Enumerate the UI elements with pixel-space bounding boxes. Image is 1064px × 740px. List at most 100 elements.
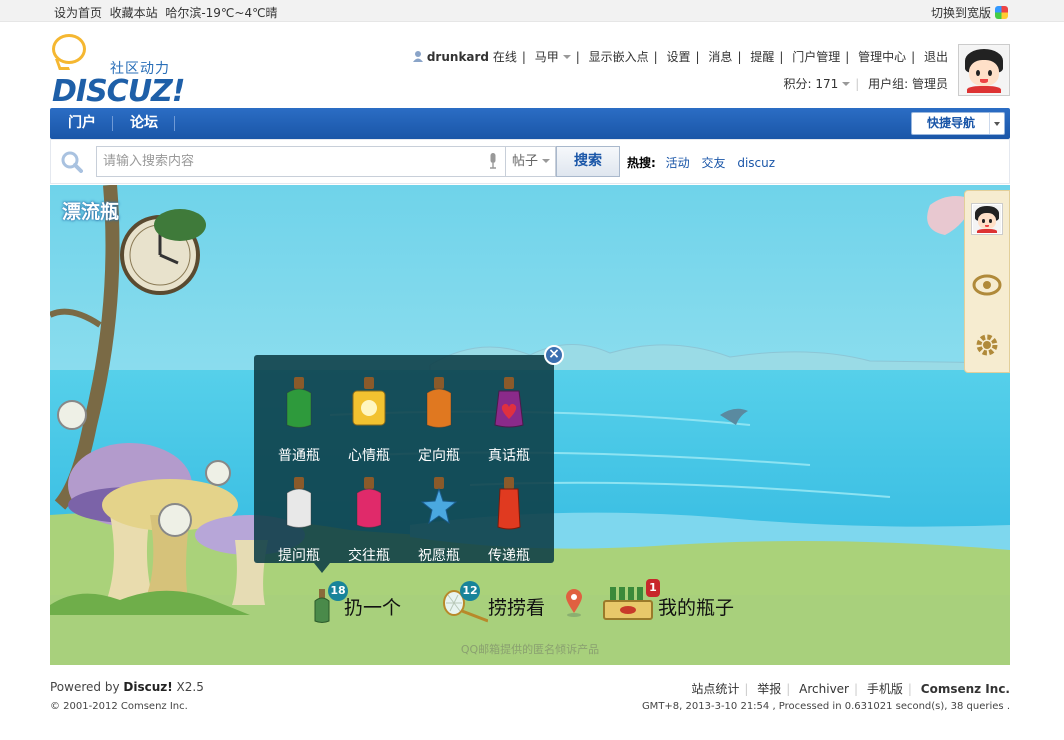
hot-item[interactable]: discuz: [737, 156, 775, 170]
remind-link[interactable]: 提醒: [750, 50, 774, 64]
messages-link[interactable]: 消息: [708, 50, 732, 64]
bottle-icon: [426, 377, 452, 428]
footer: Powered by Discuz! X2.5 © 2001-2012 Coms…: [50, 676, 1010, 726]
chevron-down-icon[interactable]: [562, 55, 571, 59]
bottle-type-item[interactable]: 祝愿瓶: [404, 463, 474, 564]
bottle-type-label: 真话瓶: [488, 448, 530, 464]
main-nav: 门户 论坛 快捷导航: [50, 108, 1010, 139]
logo-text: DISCUZ!: [52, 74, 185, 109]
bottle-icon: [286, 477, 312, 528]
bottle-icon: [497, 477, 521, 530]
usergroup-link[interactable]: 用户组: 管理员: [868, 77, 948, 91]
footer-company-link[interactable]: Comsenz Inc.: [921, 682, 1010, 696]
wide-switch[interactable]: 切换到宽版: [931, 4, 1008, 21]
toolbar-avatar[interactable]: [965, 191, 1009, 251]
bottle-menu-popup: × 普通瓶 心情瓶 定向瓶 真话瓶提问瓶 交往瓶 祝愿瓶 传递瓶: [254, 345, 564, 573]
bottle-type-label: 交往瓶: [348, 548, 390, 564]
top-bar: 设为首页 收藏本站 哈尔滨-19℃~4℃晴 切换到宽版: [0, 0, 1064, 22]
throw-bottle-button[interactable]: 18 扔一个: [310, 581, 410, 625]
weather-text: 哈尔滨-19℃~4℃晴: [165, 6, 278, 20]
set-home-link[interactable]: 设为首页: [54, 6, 102, 20]
nav-item-forum[interactable]: 论坛: [118, 108, 170, 139]
my-bottles-label: 我的瓶子: [658, 597, 735, 619]
page-stats: GMT+8, 2013-3-10 21:54 , Processed in 0.…: [641, 701, 1010, 712]
top-links: 设为首页 收藏本站 哈尔滨-19℃~4℃晴: [54, 4, 286, 21]
credits-link[interactable]: 积分: 171: [784, 77, 839, 91]
microphone-icon[interactable]: [489, 153, 497, 169]
avatar[interactable]: [958, 44, 1010, 96]
bottle-type-label: 普通瓶: [278, 448, 320, 464]
bottle-type-item[interactable]: 心情瓶: [334, 363, 404, 464]
close-icon[interactable]: ×: [544, 345, 564, 365]
bottle-type-item[interactable]: 定向瓶: [404, 363, 474, 464]
fish-bottle-button[interactable]: 12 捞捞看: [442, 581, 552, 625]
my-bottles-button[interactable]: 1 我的瓶子: [602, 579, 752, 625]
search-type-select[interactable]: 帖子: [506, 146, 556, 177]
user-menu: drunkard 在线 | 马甲 | 显示嵌入点 | 设置 | 消息 | 提醒 | 门户管理…: [413, 48, 948, 65]
powered-by: Powered by Discuz! X2.5: [50, 680, 204, 694]
bottle-icon: [420, 477, 458, 525]
palette-icon[interactable]: [995, 6, 1008, 19]
location-button[interactable]: [564, 585, 584, 625]
settings-link[interactable]: 设置: [667, 50, 691, 64]
bottle-type-label: 心情瓶: [348, 448, 390, 464]
search-input[interactable]: 请输入搜索内容: [96, 146, 506, 177]
nav-item-portal[interactable]: 门户: [56, 108, 108, 139]
bookmark-link[interactable]: 收藏本站: [110, 6, 158, 20]
fish-label: 捞捞看: [488, 597, 546, 619]
user-stats: 积分: 171 | 用户组: 管理员: [783, 77, 949, 91]
header: 社区动力 DISCUZ! drunkard 在线 | 马甲 | 显示嵌入点 | 设置 |…: [50, 30, 1010, 109]
bottle-type-item[interactable]: 普通瓶: [264, 363, 334, 464]
bottle-type-label: 祝愿瓶: [418, 548, 460, 564]
eye-icon: [972, 274, 1002, 296]
bottle-icon: [494, 377, 524, 428]
show-embed-link[interactable]: 显示嵌入点: [589, 50, 649, 64]
view-button[interactable]: [965, 253, 1009, 313]
bubble-logo-icon: [52, 34, 86, 64]
chevron-down-icon[interactable]: [842, 82, 851, 86]
footer-links: 站点统计 | 举报 | Archiver | 手机版 | Comsenz Inc.: [691, 682, 1010, 696]
throw-label: 扔一个: [344, 597, 402, 619]
footer-link-stats[interactable]: 站点统计: [691, 682, 739, 696]
bottle-type-label: 传递瓶: [488, 548, 530, 564]
hot-search-label: 热搜:: [627, 156, 656, 170]
chevron-down-icon[interactable]: [989, 113, 1004, 134]
wide-switch-link[interactable]: 切换到宽版: [931, 6, 991, 20]
footer-link-archiver[interactable]: Archiver: [799, 682, 849, 696]
bottle-type-item[interactable]: 提问瓶: [264, 463, 334, 564]
username-link[interactable]: drunkard: [427, 50, 489, 64]
chevron-down-icon[interactable]: [542, 159, 551, 163]
bottle-type-item[interactable]: 传递瓶: [474, 463, 544, 564]
bottle-icon: [352, 377, 386, 426]
logout-link[interactable]: 退出: [924, 50, 948, 64]
bottle-type-item[interactable]: 交往瓶: [334, 463, 404, 564]
hot-item[interactable]: 活动: [666, 156, 690, 170]
bottle-icon: [286, 377, 312, 428]
footer-link-mobile[interactable]: 手机版: [867, 682, 903, 696]
site-logo[interactable]: 社区动力 DISCUZ!: [50, 34, 190, 109]
bottle-type-label: 提问瓶: [278, 548, 320, 564]
search-button[interactable]: 搜索: [556, 146, 620, 177]
page-title: 漂流瓶: [62, 201, 120, 223]
portal-admin-link[interactable]: 门户管理: [792, 50, 840, 64]
right-toolbar: [964, 190, 1010, 373]
fish-count-badge: 12: [460, 581, 480, 601]
settings-button[interactable]: [965, 313, 1009, 373]
powered-prefix: Powered by: [50, 680, 124, 694]
hot-item[interactable]: 交友: [701, 156, 725, 170]
bottle-type-label: 定向瓶: [418, 448, 460, 464]
search-icon: [61, 151, 83, 173]
quick-nav-button[interactable]: 快捷导航: [911, 112, 1005, 135]
vest-menu[interactable]: 马甲: [535, 50, 559, 64]
quick-nav-label: 快捷导航: [926, 116, 975, 130]
drift-bottle-scene: 漂流瓶 × 普通瓶 心情瓶 定向瓶 真话瓶提问瓶 交往瓶 祝愿瓶 传递瓶 18 扔一个 12…: [50, 185, 1010, 665]
search-type-label: 帖子: [512, 154, 539, 169]
powered-brand-link[interactable]: Discuz!: [123, 680, 172, 694]
online-status: 在线: [492, 50, 517, 64]
footer-link-report[interactable]: 举报: [757, 682, 781, 696]
hot-search: 热搜: 活动 交友 discuz: [627, 154, 783, 171]
admin-center-link[interactable]: 管理中心: [858, 50, 906, 64]
bottle-type-item[interactable]: 真话瓶: [474, 363, 544, 464]
powered-version: X2.5: [172, 680, 204, 694]
copyright: © 2001-2012 Comsenz Inc.: [50, 701, 188, 712]
